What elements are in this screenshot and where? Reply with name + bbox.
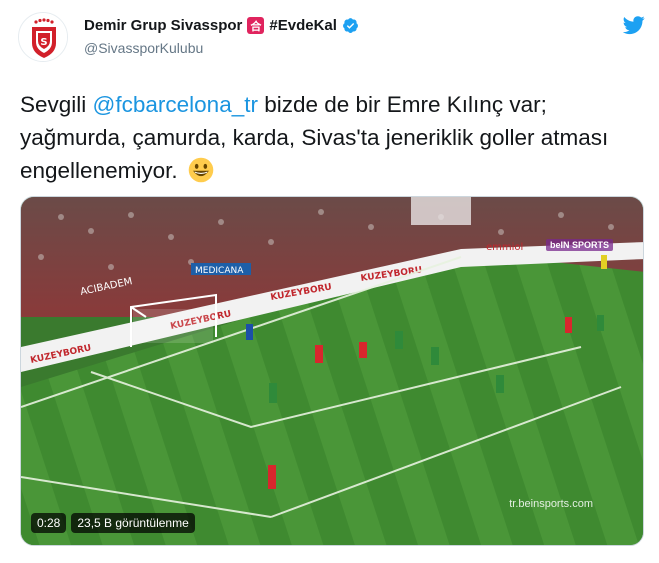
broadcaster-logo: beIN SPORTS: [546, 239, 614, 251]
tweet-card: S Demir Grup Sivasspor 合 #EvdeKal @Sivas…: [0, 0, 659, 563]
avatar[interactable]: S: [18, 12, 68, 62]
twitter-bird-icon[interactable]: [623, 14, 645, 36]
hashtag-label[interactable]: #EvdeKal: [269, 17, 337, 34]
video-player[interactable]: KUZEYBORU KUZEYBORU KUZEYBORU KUZEYBORU …: [20, 196, 644, 546]
account-handle[interactable]: @SivassporKulubu: [84, 40, 203, 56]
verified-badge-icon: [342, 18, 358, 33]
mention-link[interactable]: @fcbarcelona_tr: [93, 92, 258, 117]
video-info-bar: 0:28 23,5 B görüntülenme: [31, 513, 195, 533]
svg-text:MEDICANA: MEDICANA: [195, 266, 244, 276]
view-count: 23,5 B görüntülenme: [71, 513, 195, 533]
tweet-text-intro: Sevgili: [20, 92, 93, 117]
sivasspor-logo-icon: S: [19, 13, 67, 61]
video-watermark: tr.beinsports.com: [509, 498, 593, 510]
grinning-face-icon: [188, 157, 214, 183]
display-name[interactable]: Demir Grup Sivasspor: [84, 17, 242, 34]
tweet-text: Sevgili @fcbarcelona_tr bizde de bir Emr…: [20, 88, 640, 187]
stay-home-emoji-icon: 合: [247, 17, 265, 34]
account-name-row: Demir Grup Sivasspor 合 #EvdeKal: [84, 17, 359, 34]
video-duration: 0:28: [31, 513, 67, 533]
svg-text:S: S: [40, 37, 47, 48]
svg-text:emmiol: emmiol: [486, 242, 523, 253]
